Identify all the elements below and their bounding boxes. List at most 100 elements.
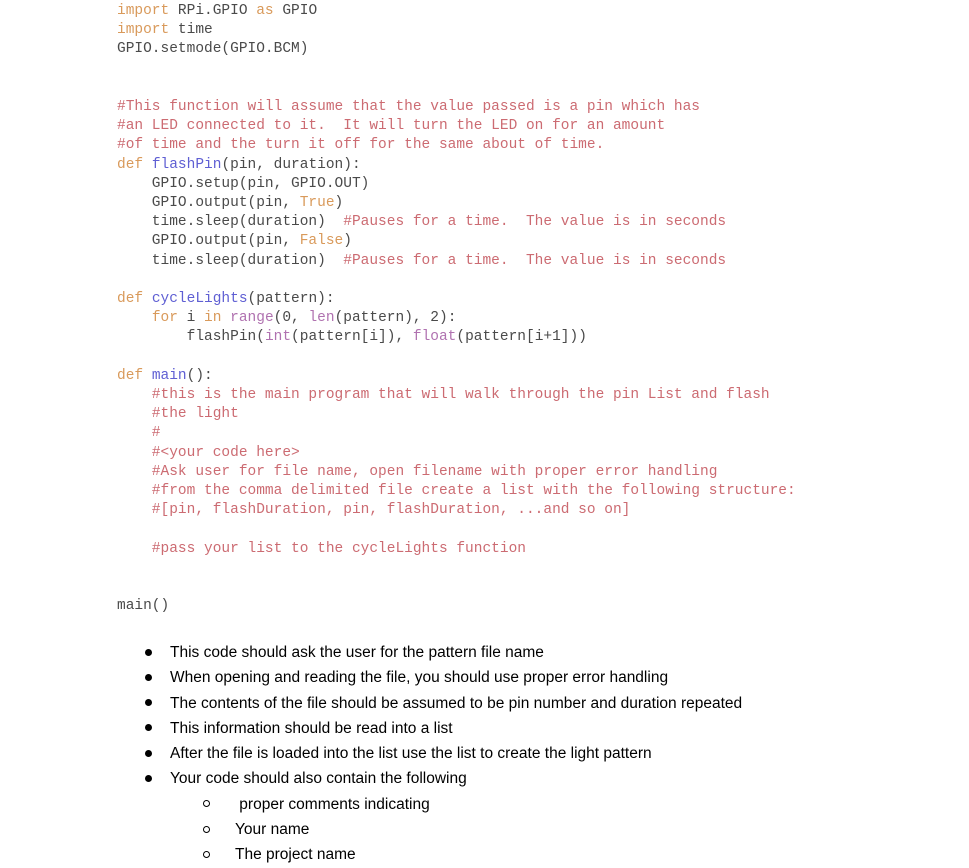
code-line: time.sleep(duration) #Pauses for a time.… xyxy=(117,252,796,271)
code-line: for i in range(0, len(pattern), 2): xyxy=(117,309,796,328)
bullet-disc-icon xyxy=(145,691,170,716)
requirement-item: The project name xyxy=(0,842,969,867)
code-token-keyword: for xyxy=(151,310,178,327)
code-token-plain: i xyxy=(177,310,205,327)
code-token-comment: #pass your list to the cycleLights funct… xyxy=(117,540,526,557)
bullet-circle-icon xyxy=(203,817,235,842)
bullet-disc-icon xyxy=(145,716,170,741)
requirement-item: Your name xyxy=(0,817,969,842)
code-token-comment: #Pauses for a time. The value is in seco… xyxy=(334,252,727,269)
code-token-plain: (pattern[i]), xyxy=(291,329,413,346)
bullet-disc-icon xyxy=(145,665,170,690)
requirement-item: The contents of the file should be assum… xyxy=(0,691,969,716)
code-token-plain: ) xyxy=(334,195,344,211)
code-token-plain: GPIO.setup(pin, GPIO.OUT) xyxy=(117,175,370,192)
bullet-circle-icon xyxy=(203,842,235,867)
code-token-plain: RPi.GPIO xyxy=(169,3,257,19)
requirement-item-label: proper comments indicating xyxy=(235,795,430,813)
code-token-comment: #[pin, flashDuration, pin, flashDuration… xyxy=(117,502,631,519)
code-token-keyword: import xyxy=(117,3,170,19)
requirement-item: This information should be read into a l… xyxy=(0,716,969,741)
code-line: #Ask user for file name, open filename w… xyxy=(117,463,796,482)
code-line: GPIO.output(pin, False) xyxy=(117,232,796,251)
requirement-item: proper comments indicating xyxy=(0,792,969,817)
code-line: import time xyxy=(117,21,796,40)
code-token-plain: (pattern[i+1])) xyxy=(456,329,587,346)
code-token-plain: main() xyxy=(117,598,170,615)
code-line: def cycleLights(pattern): xyxy=(117,290,796,309)
code-line: #pass your list to the cycleLights funct… xyxy=(117,540,796,559)
code-line: #this is the main program that will walk… xyxy=(117,386,796,405)
code-token-plain: GPIO.output(pin, xyxy=(117,195,300,211)
code-line: GPIO.setup(pin, GPIO.OUT) xyxy=(117,175,796,194)
code-token-plain: GPIO.setmode(GPIO.BCM) xyxy=(117,41,309,58)
requirement-item-label: Your code should also contain the follow… xyxy=(170,770,467,788)
code-token-comment: #of time and the turn it off for the sam… xyxy=(117,137,605,154)
code-line: #This function will assume that the valu… xyxy=(117,98,796,117)
code-token-keyword: as xyxy=(256,3,274,19)
code-token-plain: ) xyxy=(343,233,352,250)
code-token-keyword: import xyxy=(117,22,170,39)
code-token-function_name: main xyxy=(151,367,187,384)
code-line: import RPi.GPIO as GPIO xyxy=(117,2,796,21)
code-token-plain: GPIO.output(pin, xyxy=(117,233,300,250)
requirement-item: After the file is loaded into the list u… xyxy=(0,741,969,766)
code-token-keyword: def xyxy=(117,156,144,173)
code-token-comment: #This function will assume that the valu… xyxy=(117,98,700,115)
code-line: #an LED connected to it. It will turn th… xyxy=(117,117,796,136)
code-line: #the light xyxy=(117,405,796,424)
code-line: #[pin, flashDuration, pin, flashDuration… xyxy=(117,501,796,520)
python-code-block: import RPi.GPIO as GPIO import time GPIO.s… xyxy=(117,2,796,616)
code-token-comment: #<your code here> xyxy=(117,444,300,461)
requirement-item-label: When opening and reading the file, you s… xyxy=(170,669,669,687)
code-token-plain: GPIO xyxy=(273,3,318,19)
code-token-plain: time xyxy=(169,22,213,39)
code-line: time.sleep(duration) #Pauses for a time.… xyxy=(117,213,796,232)
requirements-bullet-list: This code should ask the user for the pa… xyxy=(0,640,969,868)
code-line: flashPin(int(pattern[i]), float(pattern[… xyxy=(117,328,796,347)
code-token-builtin: float xyxy=(412,329,457,346)
code-token-comment: #an LED connected to it. It will turn th… xyxy=(117,118,666,135)
code-token-comment: # xyxy=(117,425,161,442)
code-token-plain: (): xyxy=(186,367,213,384)
code-token-plain: (0, xyxy=(273,310,309,327)
code-token-plain: flashPin( xyxy=(117,329,265,346)
code-token-keyword: in xyxy=(204,310,222,327)
requirement-item-label: This code should ask the user for the pa… xyxy=(170,644,544,661)
requirement-item-label: The project name xyxy=(235,846,356,864)
code-line: #from the comma delimited file create a … xyxy=(117,482,796,501)
code-token-function_name: cycleLights xyxy=(151,291,248,307)
code-line: #of time and the turn it off for the sam… xyxy=(117,136,796,155)
code-token-plain: time.sleep(duration) xyxy=(117,252,335,269)
code-token-builtin: len xyxy=(308,310,335,327)
requirement-item-label: After the file is loaded into the list u… xyxy=(170,745,652,763)
code-token-comment: #Ask user for file name, open filename w… xyxy=(117,463,718,480)
code-line: #<your code here> xyxy=(117,444,796,463)
bullet-disc-icon xyxy=(145,741,170,766)
code-token-keyword: False xyxy=(299,233,344,250)
requirement-item-label: This information should be read into a l… xyxy=(170,719,453,737)
code-token-keyword: def xyxy=(117,367,144,384)
code-line: GPIO.setmode(GPIO.BCM) xyxy=(117,40,796,59)
code-token-builtin: int xyxy=(264,329,292,346)
code-token-plain: (pattern), 2): xyxy=(334,310,457,327)
requirement-item-label: Your name xyxy=(235,821,310,839)
code-token-plain: (pin, duration): xyxy=(221,156,361,173)
code-token-comment: #this is the main program that will walk… xyxy=(117,387,770,403)
code-token-comment: #the light xyxy=(117,406,239,423)
code-token-builtin: range xyxy=(230,310,274,327)
code-line: # xyxy=(117,424,796,443)
code-token-comment: #from the comma delimited file create a … xyxy=(117,483,796,500)
bullet-circle-icon xyxy=(203,792,235,817)
requirement-item: This code should ask the user for the pa… xyxy=(0,640,969,665)
